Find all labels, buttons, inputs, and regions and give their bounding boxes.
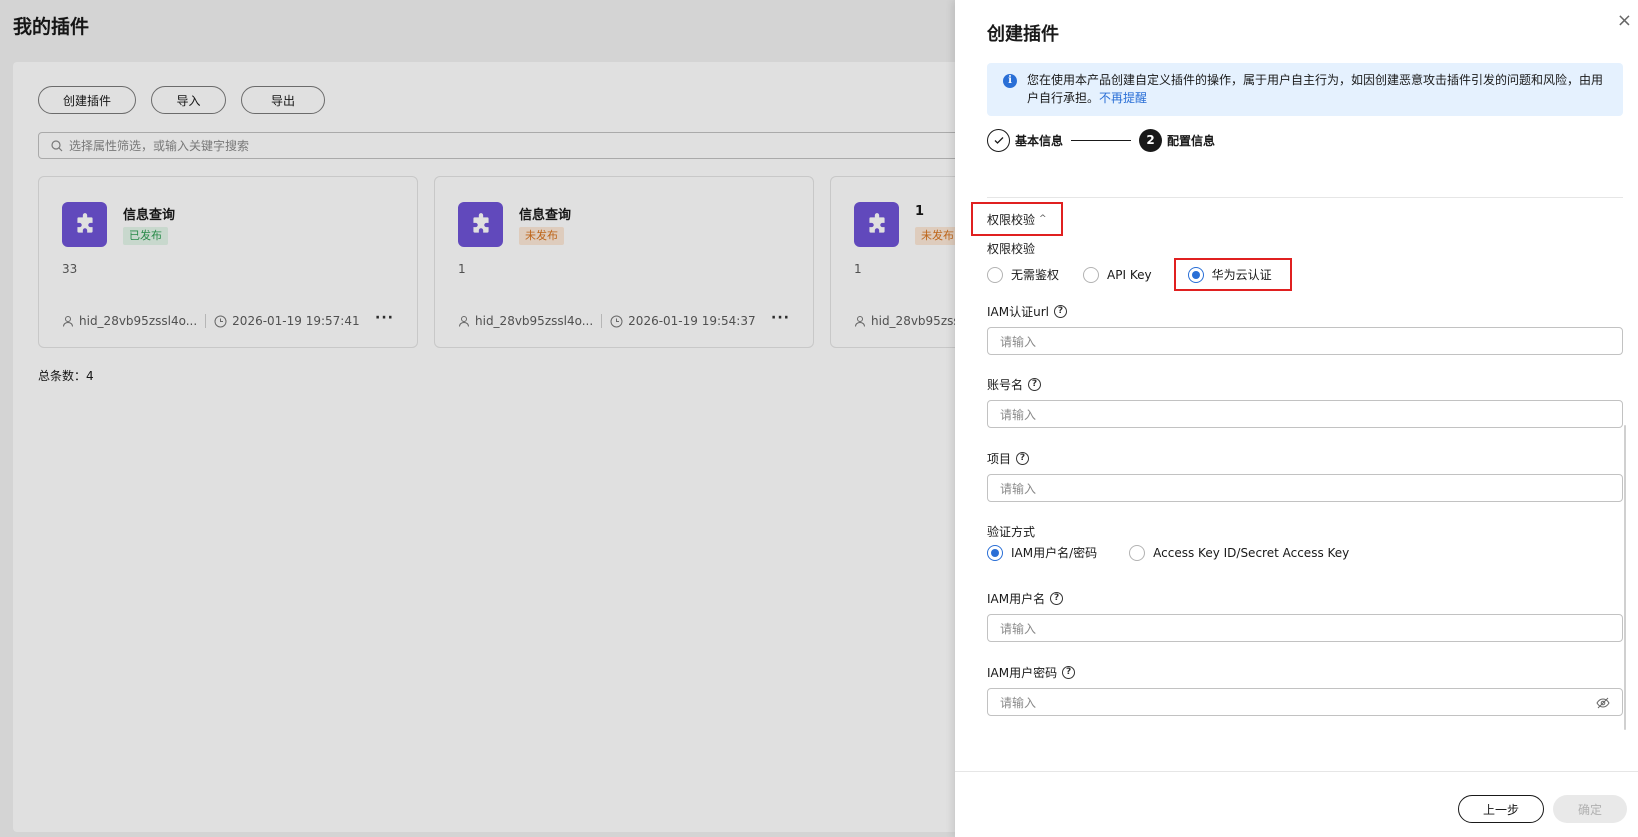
auth-option-huawei-cloud[interactable]: 华为云认证 — [1173, 258, 1292, 291]
close-icon[interactable]: × — [1617, 12, 1632, 30]
project-label: 项目 ? — [987, 450, 1030, 467]
step-1-label: 基本信息 — [1015, 133, 1064, 148]
project-input[interactable]: 请输入 — [987, 474, 1623, 502]
input-placeholder: 请输入 — [1000, 334, 1037, 349]
auth-label: 权限校验 — [987, 242, 1036, 256]
field-label-text: IAM用户名 — [987, 592, 1046, 606]
footer-divider — [955, 771, 1638, 772]
notice-banner: i 您在使用本产品创建自定义插件的操作，属于用户自主行为，如因创建恶意攻击插件引… — [987, 63, 1623, 116]
radio-selected-icon — [1187, 266, 1204, 283]
help-icon[interactable]: ? — [1053, 305, 1067, 318]
account-name-label: 账号名 ? — [987, 376, 1042, 393]
auth-option-api-key[interactable]: API Key — [1083, 266, 1152, 283]
account-name-input[interactable]: 请输入 — [987, 400, 1623, 428]
previous-step-button[interactable]: 上一步 — [1458, 795, 1544, 823]
field-label-text: 项目 — [987, 452, 1012, 466]
verify-radio-group: IAM用户名/密码 Access Key ID/Secret Access Ke… — [987, 544, 1373, 561]
radio-icon — [1129, 544, 1146, 561]
radio-label: API Key — [1107, 267, 1152, 282]
auth-radio-group: 无需鉴权 API Key 华为云认证 — [987, 258, 1316, 291]
input-placeholder: 请输入 — [1000, 407, 1037, 422]
radio-label: Access Key ID/Secret Access Key — [1153, 545, 1350, 560]
eye-off-icon[interactable] — [1596, 697, 1610, 709]
field-label-text: 账号名 — [987, 378, 1024, 392]
step-2-label: 配置信息 — [1167, 133, 1216, 148]
step-1-check-icon — [987, 128, 1010, 152]
help-icon[interactable]: ? — [1028, 378, 1042, 391]
radio-label: 华为云认证 — [1211, 268, 1272, 282]
iam-username-input[interactable]: 请输入 — [987, 614, 1623, 642]
info-icon: i — [1003, 74, 1017, 88]
divider — [987, 197, 1623, 198]
radio-icon — [1083, 266, 1100, 283]
help-icon[interactable]: ? — [1016, 452, 1030, 465]
auth-option-none[interactable]: 无需鉴权 — [987, 266, 1059, 283]
modal-overlay[interactable] — [0, 0, 955, 837]
verify-option-access-key[interactable]: Access Key ID/Secret Access Key — [1129, 544, 1350, 561]
iam-password-label: IAM用户密码 ? — [987, 664, 1076, 681]
radio-icon — [987, 266, 1003, 283]
confirm-button[interactable]: 确定 — [1553, 795, 1627, 823]
step-connector — [1071, 139, 1132, 141]
verify-option-password[interactable]: IAM用户名/密码 — [987, 544, 1097, 561]
chevron-up-icon: ^ — [1039, 214, 1047, 224]
help-icon[interactable]: ? — [1062, 666, 1076, 679]
iam-url-label: IAM认证url ? — [987, 303, 1067, 320]
drawer-title: 创建插件 — [987, 24, 1059, 45]
stepper: 基本信息 2 配置信息 — [987, 128, 1215, 152]
section-title: 权限校验 — [987, 212, 1036, 227]
input-placeholder: 请输入 — [1000, 621, 1037, 636]
dont-remind-link[interactable]: 不再提醒 — [1099, 91, 1147, 105]
step-2-number: 2 — [1139, 128, 1163, 152]
input-placeholder: 请输入 — [1000, 695, 1037, 710]
scrollbar[interactable] — [1624, 425, 1626, 730]
field-label-text: IAM用户密码 — [987, 666, 1058, 680]
iam-password-input[interactable]: 请输入 — [987, 688, 1623, 716]
create-plugin-drawer: 创建插件 × i 您在使用本产品创建自定义插件的操作，属于用户自主行为，如因创建… — [955, 0, 1638, 837]
radio-label: 无需鉴权 — [1011, 268, 1060, 282]
input-placeholder: 请输入 — [1000, 481, 1037, 496]
verify-method-label: 验证方式 — [987, 525, 1036, 539]
radio-label: IAM用户名/密码 — [1011, 546, 1098, 560]
radio-selected-icon — [987, 544, 1003, 561]
iam-url-input[interactable]: 请输入 — [987, 327, 1623, 355]
iam-username-label: IAM用户名 ? — [987, 590, 1064, 607]
field-label-text: IAM认证url — [987, 305, 1049, 319]
auth-section-toggle[interactable]: 权限校验 ^ — [971, 202, 1063, 236]
help-icon[interactable]: ? — [1050, 592, 1064, 605]
